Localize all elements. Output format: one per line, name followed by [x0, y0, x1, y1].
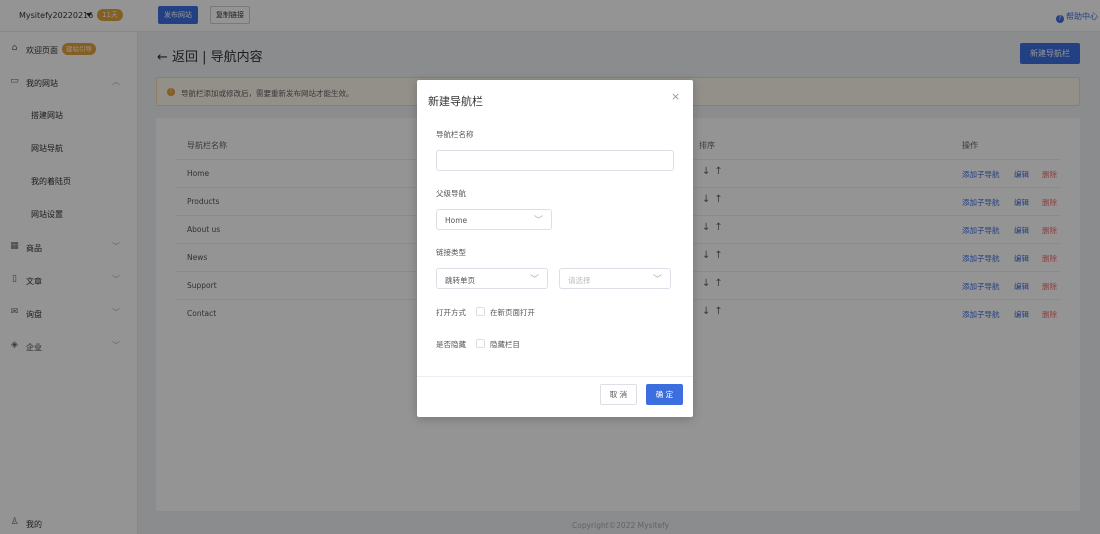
dialog-title: 新建导航栏 [428, 95, 483, 108]
chevron-down-icon: ﹀ [652, 275, 662, 285]
link-type-label: 链接类型 [436, 248, 466, 257]
link-type-value: 跳转单页 [445, 276, 475, 285]
open-new-page-checkbox[interactable] [476, 307, 485, 316]
parent-nav-label: 父级导航 [436, 189, 466, 198]
link-target-select[interactable]: 请选择 ﹀ [559, 268, 671, 289]
hide-label: 是否隐藏 [436, 340, 466, 349]
hide-column-label[interactable]: 隐藏栏目 [490, 339, 520, 350]
parent-nav-select[interactable]: Home ﹀ [436, 209, 552, 230]
hide-column-checkbox[interactable] [476, 339, 485, 348]
cancel-button[interactable]: 取 消 [600, 384, 637, 405]
chevron-down-icon: ﹀ [533, 216, 543, 226]
nav-name-input[interactable] [436, 150, 674, 171]
link-target-placeholder: 请选择 [568, 276, 591, 285]
confirm-button[interactable]: 确 定 [646, 384, 683, 405]
nav-name-label: 导航栏名称 [436, 130, 474, 139]
open-mode-label: 打开方式 [436, 308, 466, 317]
parent-nav-value: Home [445, 216, 468, 225]
open-new-page-label[interactable]: 在新页面打开 [490, 307, 535, 318]
dialog-footer-divider [417, 376, 693, 377]
chevron-down-icon: ﹀ [529, 275, 539, 285]
link-type-select[interactable]: 跳转单页 ﹀ [436, 268, 548, 289]
new-nav-dialog: 新建导航栏 × 导航栏名称 父级导航 Home ﹀ 链接类型 跳转单页 ﹀ 请选… [417, 80, 693, 417]
close-icon[interactable]: × [671, 90, 680, 103]
